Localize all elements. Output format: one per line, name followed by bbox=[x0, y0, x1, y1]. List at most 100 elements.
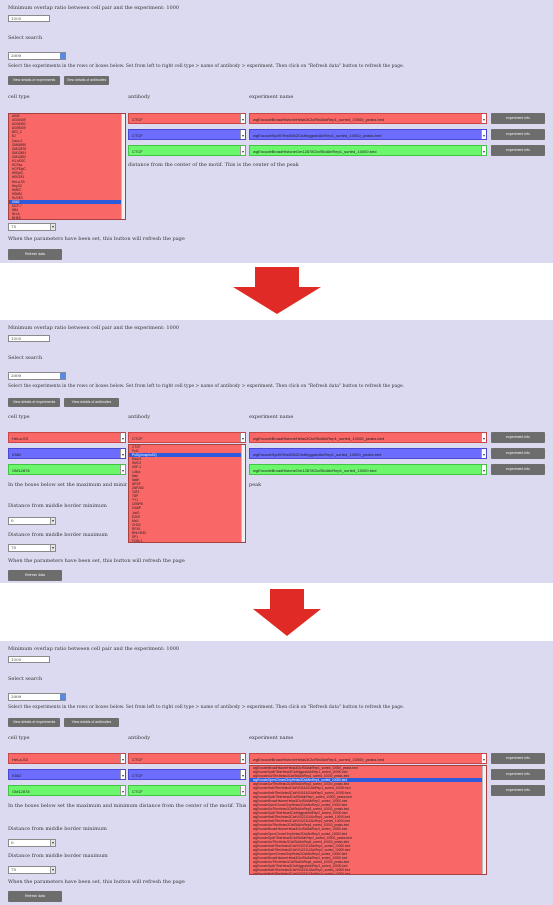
intro-text: Minimum overlap ratio between cell pair … bbox=[8, 325, 180, 331]
row2-antibody-field[interactable]: CTCF ▾ bbox=[128, 769, 246, 780]
chevron-down-icon: ▾ bbox=[481, 449, 486, 458]
overlap-input[interactable]: 1000 bbox=[8, 335, 50, 342]
view-experiments-button[interactable]: View details of experiments bbox=[8, 718, 60, 727]
step2-panel: Minimum overlap ratio between cell pair … bbox=[0, 320, 553, 583]
search-label: Select search bbox=[8, 355, 43, 361]
chevron-down-icon: ▾ bbox=[481, 754, 486, 763]
view-antibodies-button[interactable]: View details of antibodies bbox=[64, 718, 119, 727]
col-antibody-header: antibody bbox=[128, 94, 151, 100]
dropdown-arrow-icon bbox=[60, 53, 65, 59]
row1-info-button[interactable]: experiment info bbox=[491, 113, 545, 124]
footer-text: When the parameters have been set, this … bbox=[8, 558, 185, 564]
distance-text: In the boxes below set the maximum and m… bbox=[8, 803, 248, 809]
intro-text: Minimum overlap ratio between cell pair … bbox=[8, 646, 180, 652]
row1-experiment-field[interactable]: wgEncodeBroadHistoneHelas3CtcfStdAlnRep1… bbox=[249, 113, 487, 124]
scrollbar[interactable] bbox=[482, 766, 486, 874]
col-celltype-header: cell type bbox=[8, 94, 30, 100]
chevron-down-icon: ▾ bbox=[120, 465, 125, 474]
row1-experiment-field[interactable]: wgEncodeBroadHistoneHelas3CtcfStdAlnRep1… bbox=[249, 753, 487, 764]
scrollbar[interactable] bbox=[121, 114, 125, 219]
lower-distance-select[interactable]: 0 ▾ bbox=[8, 839, 56, 847]
chevron-down-icon: ▾ bbox=[120, 449, 125, 458]
row1-celltype-field[interactable]: HeLa-S3 ▾ bbox=[8, 753, 126, 764]
search-select[interactable]: 2000 bbox=[8, 693, 66, 701]
chevron-down-icon: ▾ bbox=[240, 786, 245, 795]
search-label: Select search bbox=[8, 676, 43, 682]
search-select[interactable]: 2000 bbox=[8, 52, 66, 60]
row2-info-button[interactable]: experiment info bbox=[491, 769, 545, 780]
col-experiment-header: experiment name bbox=[249, 94, 294, 100]
footer-text: When the parameters have been set, this … bbox=[8, 236, 185, 242]
row1-info-button[interactable]: experiment info bbox=[491, 753, 545, 764]
experiment-dropdown-list[interactable]: wgEncodeBroadHistoneHelas3CtcfStdAlnRep1… bbox=[249, 765, 487, 875]
upper-distance-select[interactable]: 75 ▾ bbox=[8, 223, 56, 231]
search-label: Select search bbox=[8, 35, 43, 41]
row1-experiment-field[interactable]: wgEncodeBroadHistoneHelas3CtcfStdAlnRep1… bbox=[249, 432, 487, 443]
chevron-down-icon: ▾ bbox=[50, 840, 55, 846]
view-antibodies-button[interactable]: View details of antibodies bbox=[64, 398, 119, 407]
row3-celltype-field[interactable]: GM12878 ▾ bbox=[8, 785, 126, 796]
view-experiments-button[interactable]: View details of experiments bbox=[8, 398, 60, 407]
arrow-down-icon bbox=[253, 589, 321, 636]
chevron-down-icon: ▾ bbox=[481, 130, 486, 139]
row3-info-button[interactable]: experiment info bbox=[491, 785, 545, 796]
scrollbar[interactable] bbox=[241, 445, 245, 542]
row1-antibody-field[interactable]: CTCF ▾ bbox=[128, 753, 246, 764]
refresh-button[interactable]: Refresh data bbox=[8, 570, 62, 581]
row2-info-button[interactable]: experiment info bbox=[491, 129, 545, 140]
instructions-text: Select the experiments in the rows or bo… bbox=[8, 705, 405, 710]
row1-celltype-field[interactable]: HeLa-S3 ▾ bbox=[8, 432, 126, 443]
row3-info-button[interactable]: experiment info bbox=[491, 145, 545, 156]
chevron-down-icon: ▾ bbox=[240, 770, 245, 779]
row3-experiment-field[interactable]: wgEncodeBroadHistoneGm12878CtcfStdAlnRep… bbox=[249, 464, 487, 475]
instructions-text: Select the experiments in the rows or bo… bbox=[8, 384, 405, 389]
view-antibodies-button[interactable]: View details of antibodies bbox=[64, 76, 109, 85]
upper-distance-select[interactable]: 75 ▾ bbox=[8, 866, 56, 874]
chevron-down-icon: ▾ bbox=[481, 433, 486, 442]
row1-info-button[interactable]: experiment info bbox=[491, 432, 545, 443]
row3-antibody-field[interactable]: CTCF ▾ bbox=[128, 785, 246, 796]
view-experiments-button[interactable]: View details of experiments bbox=[8, 76, 60, 85]
distance-text: distance from the center of the motif. T… bbox=[128, 162, 299, 168]
row3-info-button[interactable]: experiment info bbox=[491, 464, 545, 475]
upper-distance-select[interactable]: 75 ▾ bbox=[8, 544, 56, 552]
row2-experiment-field[interactable]: wgEncodeSydhTfbsK562CtcfbIggrabAlnRep1_s… bbox=[249, 448, 487, 459]
lower-distance-select[interactable]: 0 ▾ bbox=[8, 517, 56, 525]
list-item[interactable]: wgEncodeHaibTfbsHelas3CtcfV0423113AlnRep… bbox=[250, 872, 486, 874]
chevron-down-icon: ▾ bbox=[120, 433, 125, 442]
chevron-down-icon: ▾ bbox=[50, 518, 55, 524]
celltype-dropdown-list[interactable]: A549 AG04449 AG04450 AG09309 BE2_C BJ Caco-2 GM… bbox=[8, 113, 126, 220]
dropdown-arrow-icon bbox=[60, 373, 65, 379]
row2-info-button[interactable]: experiment info bbox=[491, 448, 545, 459]
col-antibody-header: antibody bbox=[128, 414, 151, 420]
refresh-button[interactable]: Refresh data bbox=[8, 891, 62, 902]
row3-celltype-field[interactable]: GM12878 ▾ bbox=[8, 464, 126, 475]
search-select[interactable]: 2000 bbox=[8, 372, 66, 380]
row2-experiment-field[interactable]: wgEncodeSydhTfbsK562CtcfbIggrabAlnRep1_s… bbox=[249, 129, 487, 140]
refresh-button[interactable]: Refresh data bbox=[8, 249, 62, 260]
row1-antibody-field[interactable]: CTCF ▾ bbox=[128, 432, 246, 443]
chevron-down-icon: ▾ bbox=[120, 770, 125, 779]
overlap-input[interactable]: 1000 bbox=[8, 656, 50, 663]
row3-antibody-field[interactable]: CTCF ▾ bbox=[128, 145, 246, 156]
row1-antibody-field[interactable]: CTCF ▾ bbox=[128, 113, 246, 124]
arrow-down-icon bbox=[233, 267, 321, 314]
list-item[interactable]: NHEK bbox=[9, 216, 125, 219]
row3-experiment-field[interactable]: wgEncodeBroadHistoneGm12878CtcfStdAlnRep… bbox=[249, 145, 487, 156]
chevron-down-icon: ▾ bbox=[50, 545, 55, 551]
upper-distance-label: Distance from middle border maximum bbox=[8, 532, 108, 538]
col-celltype-header: cell type bbox=[8, 735, 30, 741]
row2-celltype-field[interactable]: K562 ▾ bbox=[8, 769, 126, 780]
chevron-down-icon: ▾ bbox=[120, 786, 125, 795]
footer-text: When the parameters have been set, this … bbox=[8, 879, 185, 885]
chevron-down-icon: ▾ bbox=[481, 465, 486, 474]
dropdown-arrow-icon bbox=[60, 694, 65, 700]
instructions-text: Select the experiments in the rows or bo… bbox=[8, 64, 405, 69]
antibody-dropdown-list[interactable]: CTCF Pol2 Pol2(phosphoS2) Rad21 SMC3 USF-1 c-M… bbox=[128, 444, 246, 543]
step3-panel: Minimum overlap ratio between cell pair … bbox=[0, 641, 553, 905]
row2-celltype-field[interactable]: K562 ▾ bbox=[8, 448, 126, 459]
chevron-down-icon: ▾ bbox=[50, 867, 55, 873]
row2-antibody-field[interactable]: CTCF ▾ bbox=[128, 129, 246, 140]
chevron-down-icon: ▾ bbox=[240, 130, 245, 139]
overlap-input[interactable]: 1000 bbox=[8, 15, 50, 22]
